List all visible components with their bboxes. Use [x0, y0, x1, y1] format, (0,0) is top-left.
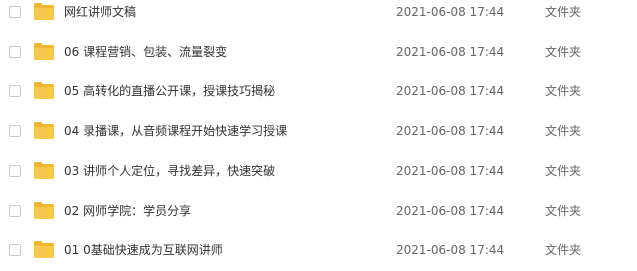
- file-row[interactable]: 05 高转化的直播公开课，授课技巧揭秘 2021-06-08 17:44 文件夹: [0, 72, 637, 112]
- file-type: 文件夹: [545, 45, 582, 59]
- file-type: 文件夹: [545, 243, 582, 257]
- file-date: 2021-06-08 17:44: [396, 124, 505, 138]
- row-checkbox[interactable]: [9, 165, 21, 177]
- file-date: 2021-06-08 17:44: [396, 84, 505, 98]
- file-name[interactable]: 02 网师学院：学员分享: [64, 203, 191, 219]
- folder-icon: [34, 202, 54, 219]
- file-row[interactable]: 04 录播课，从音频课程开始快速学习授课 2021-06-08 17:44 文件…: [0, 112, 637, 152]
- file-name[interactable]: 网红讲师文稿: [64, 4, 136, 20]
- row-checkbox[interactable]: [9, 205, 21, 217]
- file-type: 文件夹: [545, 124, 582, 138]
- file-list: 网红讲师文稿 2021-06-08 17:44 文件夹 06 课程营销、包装、流…: [0, 0, 637, 262]
- file-name[interactable]: 03 讲师个人定位，寻找差异，快速突破: [64, 163, 275, 179]
- row-checkbox[interactable]: [9, 46, 21, 58]
- folder-icon: [34, 3, 54, 20]
- file-date: 2021-06-08 17:44: [396, 45, 505, 59]
- file-row[interactable]: 06 课程营销、包装、流量裂变 2021-06-08 17:44 文件夹: [0, 33, 637, 73]
- file-row[interactable]: 网红讲师文稿 2021-06-08 17:44 文件夹: [0, 0, 637, 33]
- folder-icon: [34, 122, 54, 139]
- folder-icon: [34, 82, 54, 99]
- file-type: 文件夹: [545, 204, 582, 218]
- file-type: 文件夹: [545, 164, 582, 178]
- row-checkbox[interactable]: [9, 125, 21, 137]
- row-checkbox[interactable]: [9, 244, 21, 256]
- folder-icon: [34, 43, 54, 60]
- file-date: 2021-06-08 17:44: [396, 204, 505, 218]
- file-row[interactable]: 01 0基础快速成为互联网讲师 2021-06-08 17:44 文件夹: [0, 231, 637, 271]
- file-type: 文件夹: [545, 84, 582, 98]
- file-date: 2021-06-08 17:44: [396, 164, 505, 178]
- file-type: 文件夹: [545, 5, 582, 19]
- file-row[interactable]: 03 讲师个人定位，寻找差异，快速突破 2021-06-08 17:44 文件夹: [0, 152, 637, 192]
- file-name[interactable]: 01 0基础快速成为互联网讲师: [64, 242, 223, 258]
- folder-icon: [34, 162, 54, 179]
- folder-icon: [34, 241, 54, 258]
- file-name[interactable]: 04 录播课，从音频课程开始快速学习授课: [64, 123, 287, 139]
- file-date: 2021-06-08 17:44: [396, 243, 505, 257]
- file-row[interactable]: 02 网师学院：学员分享 2021-06-08 17:44 文件夹: [0, 192, 637, 232]
- row-checkbox[interactable]: [9, 85, 21, 97]
- file-name[interactable]: 05 高转化的直播公开课，授课技巧揭秘: [64, 83, 275, 99]
- file-date: 2021-06-08 17:44: [396, 5, 505, 19]
- file-name[interactable]: 06 课程营销、包装、流量裂变: [64, 44, 227, 60]
- row-checkbox[interactable]: [9, 6, 21, 18]
